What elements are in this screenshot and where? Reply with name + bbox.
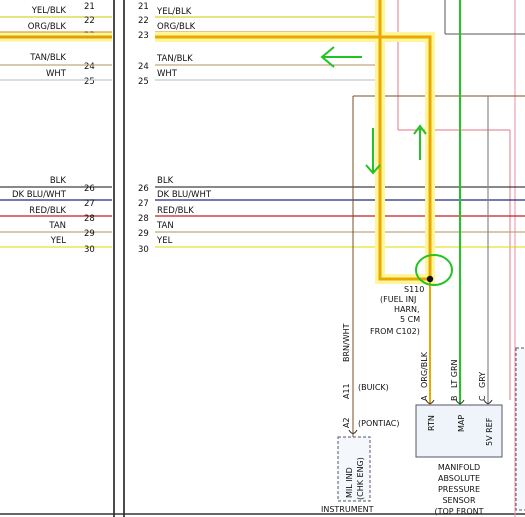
right-label-red-blk: RED/BLK [157, 206, 194, 216]
label-gry: GRY [478, 372, 487, 388]
right-edge-box [515, 347, 525, 511]
splice-desc-4: FROM C102) [370, 327, 420, 336]
label-pin-c: C [478, 395, 487, 401]
right-pin-26: 26 [138, 184, 149, 194]
label-brn-wht: BRN/WHT [342, 323, 351, 362]
left-label-blk: BLK [50, 176, 67, 186]
left-label-dk-blu-wht: DK BLU/WHT [12, 190, 67, 200]
annotation-arrow-left [320, 46, 362, 68]
left-pin-29: 29 [84, 229, 95, 239]
left-label-tan-blk: TAN/BLK [29, 53, 66, 63]
sensor-5v-ref: 5V REF [485, 417, 494, 446]
chk-eng-label: (CHK ENG) [356, 457, 365, 500]
left-label-org-blk: ORG/BLK [28, 22, 67, 32]
splice-dot [426, 275, 434, 283]
label-pin-a: A [420, 395, 429, 401]
right-panel: 21 YEL/BLK 22 ORG/BLK 23 24 TAN/BLK 25 W… [138, 0, 525, 517]
label-a2: A2 [342, 417, 351, 428]
left-pin-25: 25 [84, 77, 95, 87]
right-label-org-blk: ORG/BLK [157, 22, 196, 32]
splice-desc-3: 5 CM [400, 315, 420, 324]
left-label-red-blk: RED/BLK [29, 206, 66, 216]
right-pin-21: 21 [138, 2, 149, 12]
left-pin-21: 21 [84, 2, 95, 12]
sensor-rtn: RTN [427, 415, 436, 431]
left-pin-26: 26 [84, 184, 95, 194]
left-label-wht: WHT [46, 69, 67, 79]
left-pin-24: 24 [84, 62, 95, 72]
sensor-title-3: PRESSURE [438, 485, 480, 494]
label-pin-b: B [450, 396, 459, 402]
left-panel: YEL/BLK 21 ORG/BLK 22 23 TAN/BLK 24 WHT … [0, 2, 112, 255]
sensor-title-2: ABSOLUTE [438, 474, 480, 483]
right-label-yel-blk: YEL/BLK [156, 7, 192, 17]
right-label-wht: WHT [157, 69, 178, 79]
left-label-tan: TAN [48, 221, 66, 231]
left-label-yel: YEL [50, 236, 67, 246]
left-pin-28: 28 [84, 214, 95, 224]
splice-id: S110 [404, 285, 424, 294]
right-pin-27: 27 [138, 199, 149, 209]
mil-ind-label: MIL IND [345, 467, 354, 498]
sensor-title-1: MANIFOLD [438, 463, 480, 472]
splice-desc-2: HARN, [394, 305, 420, 314]
left-label-yel-blk: YEL/BLK [31, 6, 67, 16]
right-pin-25: 25 [138, 77, 149, 87]
right-pin-29: 29 [138, 229, 149, 239]
splice-desc-1: (FUEL INJ [380, 295, 416, 304]
label-org-blk-vert: ORG/BLK [420, 351, 429, 388]
label-buick: (BUICK) [358, 383, 389, 392]
right-label-yel: YEL [156, 236, 173, 246]
left-pin-22: 22 [84, 16, 95, 26]
label-pontiac: (PONTIAC) [358, 419, 400, 428]
right-pin-23: 23 [138, 31, 149, 41]
right-label-tan: TAN [156, 221, 174, 231]
right-label-blk: BLK [157, 176, 174, 186]
highlighted-wire-glow [155, 0, 435, 284]
label-lt-grn: LT GRN [450, 359, 459, 388]
right-pin-22: 22 [138, 16, 149, 26]
sensor-title-4: SENSOR [442, 496, 475, 505]
right-label-tan-blk: TAN/BLK [156, 54, 193, 64]
left-pin-27: 27 [84, 199, 95, 209]
right-pin-30: 30 [138, 245, 149, 255]
instrument-label: INSTRUMENT [321, 505, 374, 514]
annotation-arrow-up [413, 124, 427, 160]
wiring-diagram: YEL/BLK 21 ORG/BLK 22 23 TAN/BLK 24 WHT … [0, 0, 525, 517]
sensor-map: MAP [457, 415, 466, 432]
right-pin-24: 24 [138, 62, 149, 72]
label-a11: A11 [342, 383, 351, 399]
left-pin-30: 30 [84, 245, 95, 255]
right-label-dk-blu-wht: DK BLU/WHT [157, 190, 212, 200]
right-pin-28: 28 [138, 214, 149, 224]
instrument-mil-box [337, 436, 371, 502]
sensor-title-5: (TOP FRONT [435, 507, 484, 516]
